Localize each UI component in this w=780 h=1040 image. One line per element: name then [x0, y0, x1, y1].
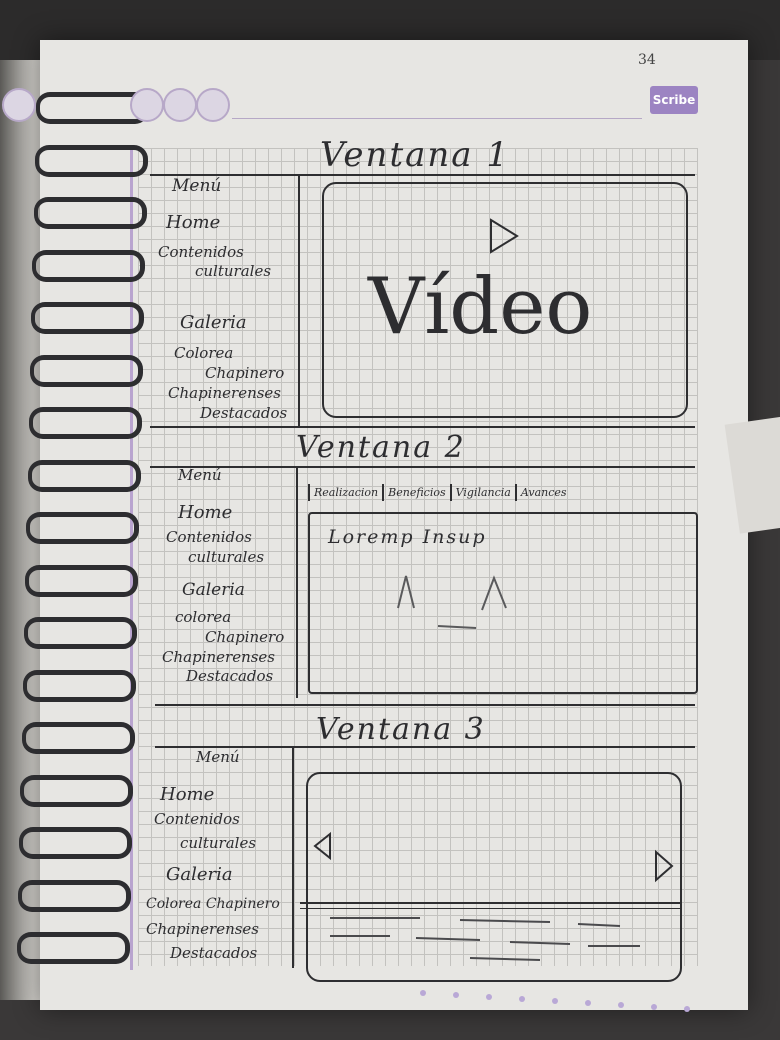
menu-item-contenidos[interactable]: Contenidos: [166, 528, 252, 546]
menu-item-galeria[interactable]: Galeria: [180, 312, 247, 333]
menu-item-contenidos[interactable]: Contenidos: [154, 810, 240, 828]
divider: [300, 908, 680, 909]
menu-item-colorea-chapinero[interactable]: Colorea Chapinero: [146, 896, 280, 912]
window-3-title: Ventana 3: [316, 712, 486, 747]
image-placeholder: [397, 575, 507, 629]
video-label: Vídeo: [368, 262, 593, 352]
menu-item-chapinerenses[interactable]: Chapinerenses: [146, 920, 259, 938]
menu-item-culturales[interactable]: culturales: [195, 262, 271, 280]
menu-item-contenidos[interactable]: Contenidos: [158, 243, 244, 261]
spiral-ring: [28, 407, 142, 439]
page-dot: [684, 1006, 690, 1012]
spiral-ring: [25, 564, 139, 597]
spiral-ring: [27, 459, 141, 492]
divider: [150, 426, 695, 428]
page-dot: [552, 998, 558, 1004]
menu-item-colorea[interactable]: colorea: [175, 608, 231, 626]
spiral-ring: [26, 512, 140, 544]
text-placeholder-lines: [330, 917, 640, 961]
divider: [155, 704, 695, 706]
spiral-ring: [21, 722, 135, 754]
page-dot: [618, 1002, 624, 1008]
spiral-ring: [32, 249, 146, 282]
brand-logo: Scribe: [650, 86, 698, 114]
spiral-ring: [30, 354, 143, 387]
spiral-ring: [20, 774, 134, 807]
spiral-ring: [19, 827, 133, 859]
tab-avances[interactable]: Avances: [514, 484, 571, 501]
divider: [150, 466, 695, 468]
header-circle: [196, 88, 230, 122]
menu-item-chapinero[interactable]: Chapinero: [205, 628, 284, 646]
menu-item-home[interactable]: Home: [166, 212, 220, 233]
header-circle: [130, 88, 164, 122]
spiral-ring: [16, 932, 130, 964]
menu-item-destacados[interactable]: Destacados: [170, 944, 257, 962]
page-number: 34: [638, 52, 656, 68]
menu-item-colorea[interactable]: Colorea: [174, 344, 233, 362]
menu-title: Menú: [196, 748, 240, 766]
menu-title: Menú: [172, 176, 222, 196]
divider: [298, 174, 300, 426]
divider: [300, 902, 680, 904]
menu-title: Menú: [178, 466, 222, 484]
header-circle: [163, 88, 197, 122]
page-dot: [486, 994, 492, 1000]
tab-vigilancia[interactable]: Vigilancia: [449, 484, 515, 501]
window-2-title: Ventana 2: [296, 430, 466, 465]
divider: [292, 746, 294, 968]
page-dot: [420, 990, 426, 996]
divider: [296, 466, 298, 698]
header-circle: [2, 88, 36, 122]
content-text: Loremp Insup: [328, 526, 487, 548]
menu-item-home[interactable]: Home: [160, 784, 214, 805]
spiral-ring: [22, 669, 136, 702]
page-dot: [585, 1000, 591, 1006]
page-dot: [453, 992, 459, 998]
window-1-title: Ventana 1: [320, 135, 510, 175]
divider: [150, 174, 695, 176]
prev-arrow-icon[interactable]: [312, 831, 334, 861]
header-line: [232, 118, 642, 119]
page-dot: [651, 1004, 657, 1010]
play-icon[interactable]: [488, 218, 520, 254]
menu-item-culturales[interactable]: culturales: [180, 834, 256, 852]
spiral-ring: [18, 879, 131, 912]
spiral-ring: [33, 197, 147, 229]
next-arrow-icon[interactable]: [652, 849, 676, 883]
page-dot: [519, 996, 525, 1002]
spiral-ring: [24, 617, 137, 649]
menu-item-galeria[interactable]: Galeria: [166, 864, 233, 885]
menu-item-culturales[interactable]: culturales: [188, 548, 264, 566]
menu-item-chapinerenses[interactable]: Chapinerenses: [168, 384, 281, 402]
tab-beneficios[interactable]: Beneficios: [382, 484, 449, 501]
menu-item-destacados[interactable]: Destacados: [200, 404, 287, 422]
tab-realizacion[interactable]: Realizacion: [308, 484, 382, 501]
spiral-ring: [31, 302, 145, 334]
menu-item-chapinero[interactable]: Chapinero: [205, 364, 284, 382]
menu-item-home[interactable]: Home: [178, 502, 232, 523]
menu-item-galeria[interactable]: Galeria: [182, 580, 245, 600]
menu-item-chapinerenses[interactable]: Chapinerenses: [162, 648, 275, 666]
spiral-ring: [34, 144, 148, 177]
menu-item-destacados[interactable]: Destacados: [186, 667, 273, 685]
tab-bar: Realizacion Beneficios Vigilancia Avances: [308, 484, 571, 501]
